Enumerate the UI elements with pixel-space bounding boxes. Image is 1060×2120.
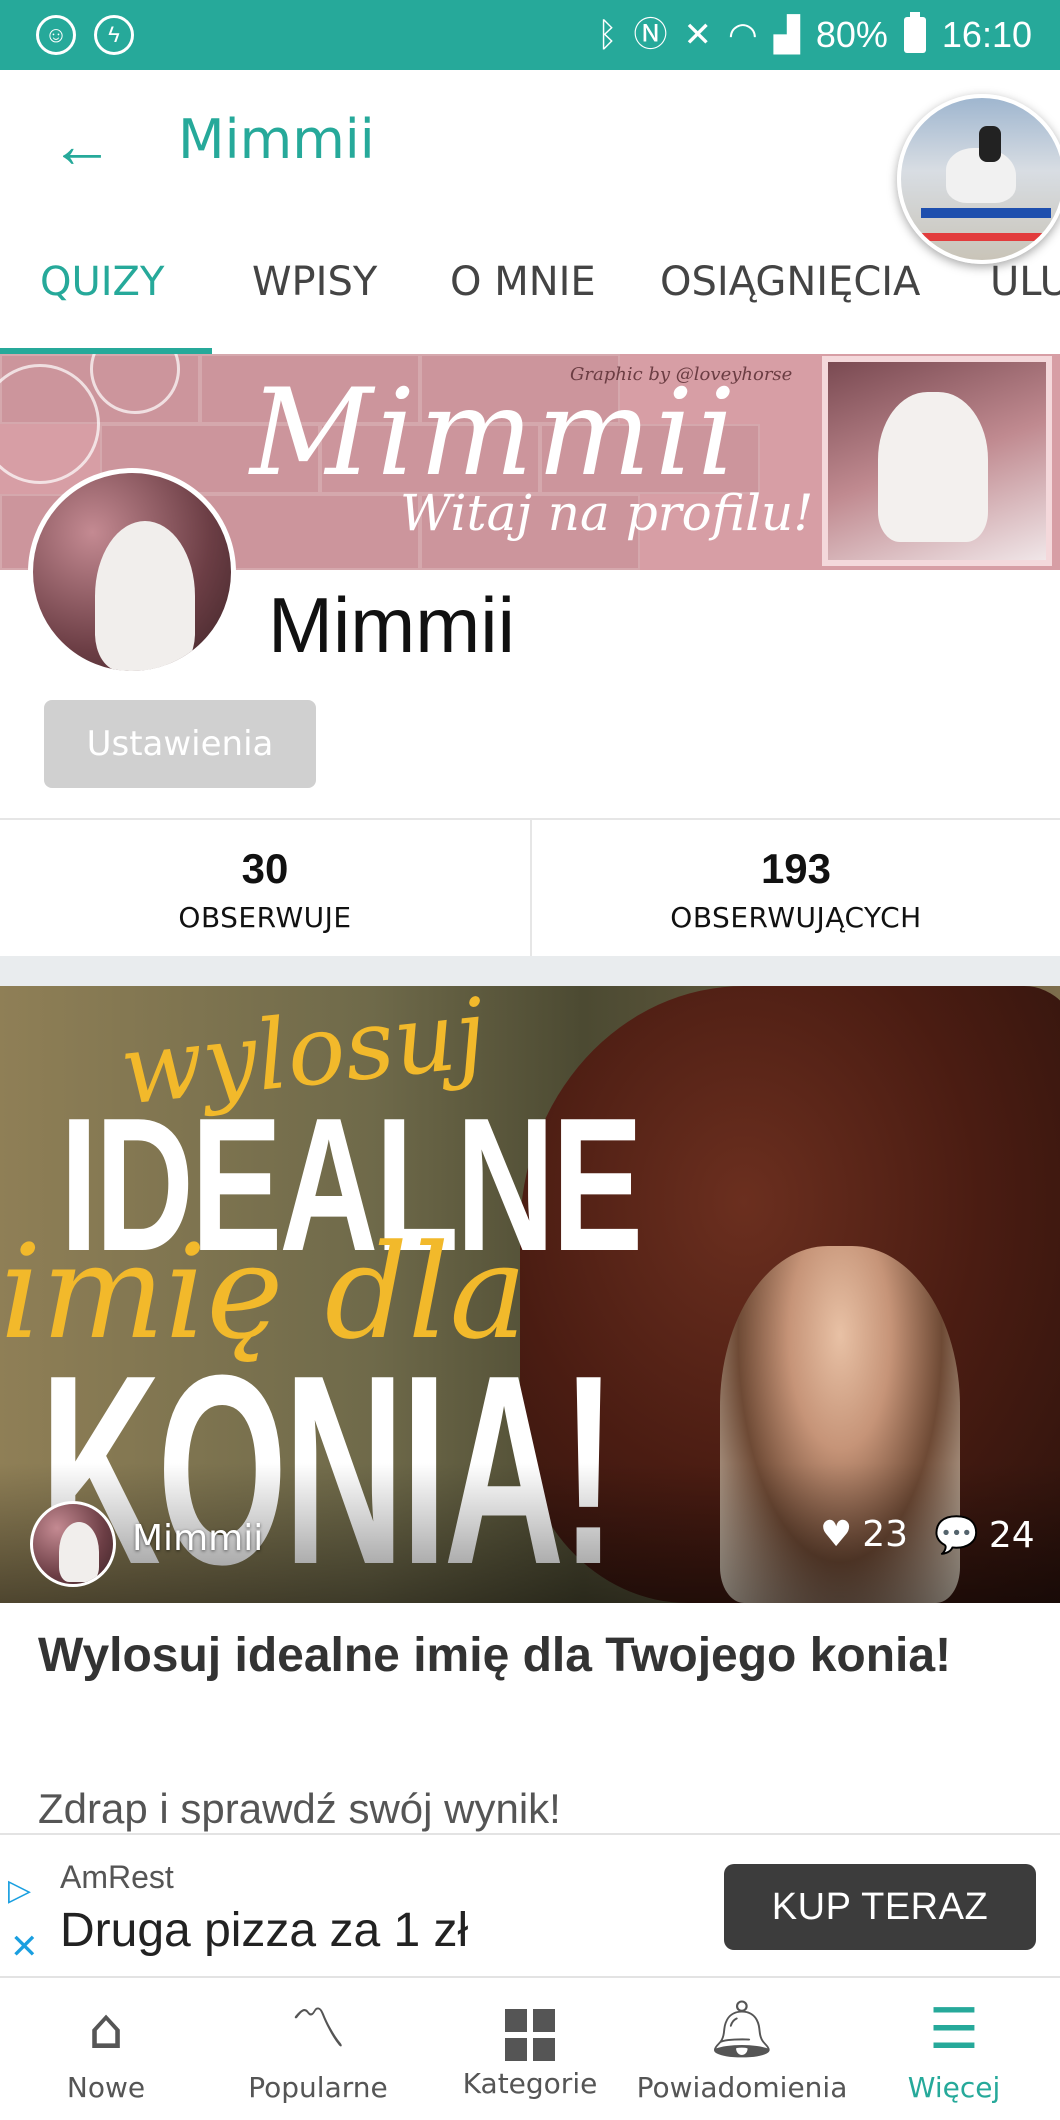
follow-stats: 30 OBSERWUJE 193 OBSERWUJĄCYCH — [0, 818, 1060, 958]
mute-icon: ✕ — [683, 16, 713, 54]
tab-o-mnie[interactable]: O MNIE — [450, 245, 596, 355]
nav-item-nowe[interactable]: ⌂ Nowe — [0, 1978, 212, 2120]
nav-item-kategorie[interactable]: Kategorie — [424, 1978, 636, 2120]
back-arrow-icon[interactable]: ← — [50, 110, 120, 180]
tab-quizy[interactable]: QUIZY — [40, 245, 164, 355]
section-divider — [0, 956, 1060, 986]
app-bar: ← Mimmii — [0, 70, 1060, 264]
tab-osiagniecia[interactable]: OSIĄGNIĘCIA — [660, 245, 920, 355]
nav-label-powiadomienia: Powiadomienia — [636, 2070, 848, 2104]
ad-close-icon[interactable]: ✕ — [10, 1927, 39, 1967]
adchoices-icon[interactable]: ▷ — [8, 1873, 31, 1908]
signal-icon: ▟ — [773, 16, 800, 54]
quiz-likes[interactable]: ♥ 23 — [820, 1514, 908, 1555]
nav-label-nowe: Nowe — [66, 2070, 146, 2104]
comments-icon: 💬 — [934, 1515, 979, 1556]
followers-count: 193 — [760, 844, 832, 892]
nav-item-wiecej[interactable]: ☰ Więcej — [848, 1978, 1060, 2120]
ad-cta-button[interactable]: KUP TERAZ — [724, 1864, 1036, 1950]
status-right-icons: ᛒ Ⓝ ✕ ◠ ▟ 80% 16:10 — [597, 12, 1032, 56]
nav-label-kategorie: Kategorie — [462, 2066, 598, 2100]
followers-stat[interactable]: 193 OBSERWUJĄCYCH — [530, 820, 1060, 958]
grid-icon — [505, 2008, 555, 2061]
status-time: 16:10 — [941, 14, 1032, 55]
trending-icon: 〽 — [290, 1996, 346, 2062]
quiz-title[interactable]: Wylosuj idealne imię dla Twojego konia! — [38, 1622, 1018, 1690]
following-label: OBSERWUJE — [178, 900, 352, 934]
quiz-description: Zdrap i sprawdź swój wynik! — [38, 1785, 561, 1832]
menu-icon: ☰ — [928, 1996, 980, 2062]
banner-title: Mimmii — [250, 364, 740, 503]
bottom-nav: ⌂ Nowe 〽 Popularne Kategorie 🔔︎ Powiadom… — [0, 1978, 1060, 2120]
following-count: 30 — [241, 844, 289, 892]
battery-icon — [903, 12, 926, 53]
nav-item-powiadomienia[interactable]: 🔔︎ Powiadomienia — [636, 1978, 848, 2120]
quiz-author-name[interactable]: Mimmii — [132, 1518, 263, 1559]
status-bar: ☺ ϟ ᛒ Ⓝ ✕ ◠ ▟ 80% 16:10 — [0, 0, 1060, 70]
battery-percent: 80% — [815, 14, 888, 55]
user-avatar[interactable] — [897, 94, 1060, 264]
page-title: Mimmii — [178, 108, 375, 171]
quiz-author-avatar[interactable] — [30, 1501, 116, 1587]
tab-ulu[interactable]: ULU — [990, 245, 1060, 355]
nfc-icon: Ⓝ — [633, 16, 668, 54]
profile-avatar[interactable] — [28, 468, 236, 676]
nav-label-popularne: Popularne — [248, 2070, 388, 2104]
tab-wpisy[interactable]: WPISY — [252, 245, 377, 355]
ad-brand: AmRest — [60, 1859, 174, 1895]
quiz-comments[interactable]: 💬 24 — [934, 1514, 1035, 1557]
profile-tabs: QUIZY WPISY O MNIE OSIĄGNIĘCIA ULU — [0, 245, 1060, 355]
bluetooth-icon: ᛒ — [597, 16, 618, 54]
ad-headline: Druga pizza za 1 zł — [60, 1904, 469, 1957]
status-left-icons: ☺ ϟ — [36, 15, 134, 55]
ad-banner[interactable]: ▷ ✕ AmRest Druga pizza za 1 zł KUP TERAZ — [0, 1833, 1060, 1978]
home-icon: ⌂ — [88, 1996, 124, 2062]
banner-subtitle: Witaj na profilu! — [400, 484, 814, 542]
nav-item-popularne[interactable]: 〽 Popularne — [212, 1978, 424, 2120]
comments-count: 24 — [988, 1514, 1035, 1556]
likes-count: 23 — [862, 1514, 909, 1555]
banner-horse-photo — [822, 356, 1052, 566]
profile-name: Mimmii — [268, 581, 515, 669]
accessibility-icon: ☺ — [36, 15, 76, 55]
bell-icon: 🔔︎ — [706, 1996, 778, 2062]
nav-label-wiecej: Więcej — [907, 2070, 1001, 2104]
quiz-cover-image[interactable]: wylosuj IDEALNE imię dla KONIA! Mimmii ♥… — [0, 986, 1060, 1603]
wifi-icon: ◠ — [728, 16, 758, 54]
messenger-icon: ϟ — [94, 15, 134, 55]
following-stat[interactable]: 30 OBSERWUJE — [0, 820, 530, 958]
heart-icon: ♥ — [820, 1514, 853, 1555]
followers-label: OBSERWUJĄCYCH — [670, 900, 922, 934]
settings-button[interactable]: Ustawienia — [44, 700, 316, 788]
